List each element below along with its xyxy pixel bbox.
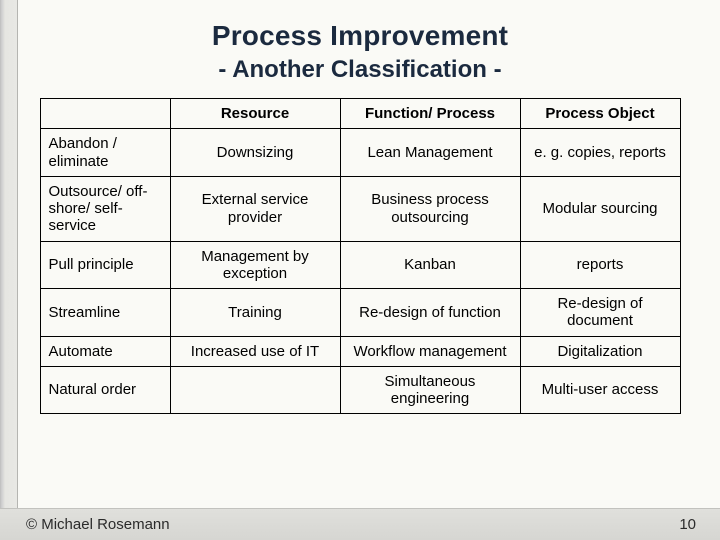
row-label: Natural order (40, 366, 170, 414)
table-row: Streamline Training Re-design of functio… (40, 289, 680, 337)
cell: Kanban (340, 241, 520, 289)
cell: Workflow management (340, 336, 520, 366)
row-label: Streamline (40, 289, 170, 337)
cell: reports (520, 241, 680, 289)
page-number: 10 (679, 516, 696, 533)
title-block: Process Improvement - Another Classifica… (0, 20, 720, 84)
cell: Lean Management (340, 129, 520, 177)
row-label: Outsource/ off-shore/ self-service (40, 176, 170, 241)
table-row: Outsource/ off-shore/ self-service Exter… (40, 176, 680, 241)
cell: Business process outsourcing (340, 176, 520, 241)
cell: External service provider (170, 176, 340, 241)
cell: Training (170, 289, 340, 337)
cell: Downsizing (170, 129, 340, 177)
row-label: Pull principle (40, 241, 170, 289)
row-label: Abandon / eliminate (40, 129, 170, 177)
copyright-text: © Michael Rosemann (26, 516, 170, 533)
cell: Modular sourcing (520, 176, 680, 241)
table-header-row: . Resource Function/ Process Process Obj… (40, 99, 680, 129)
cell: Simultaneous engineering (340, 366, 520, 414)
table-row: Natural order Simultaneous engineering M… (40, 366, 680, 414)
cell: Re-design of function (340, 289, 520, 337)
cell: Re-design of document (520, 289, 680, 337)
table-row: Pull principle Management by exception K… (40, 241, 680, 289)
col-header: Resource (170, 99, 340, 129)
title-main: Process Improvement (0, 20, 720, 52)
cell (170, 366, 340, 414)
col-header: Process Object (520, 99, 680, 129)
table-row: Abandon / eliminate Downsizing Lean Mana… (40, 129, 680, 177)
slide: Process Improvement - Another Classifica… (0, 0, 720, 540)
col-header: Function/ Process (340, 99, 520, 129)
table-corner-cell: . (40, 99, 170, 129)
left-chrome-strip (0, 0, 18, 540)
row-label: Automate (40, 336, 170, 366)
cell: e. g. copies, reports (520, 129, 680, 177)
cell: Digitalization (520, 336, 680, 366)
footer-bar: © Michael Rosemann 10 (0, 508, 720, 540)
table-row: Automate Increased use of IT Workflow ma… (40, 336, 680, 366)
title-sub: - Another Classification - (0, 56, 720, 84)
cell: Increased use of IT (170, 336, 340, 366)
cell: Multi-user access (520, 366, 680, 414)
cell: Management by exception (170, 241, 340, 289)
classification-table: . Resource Function/ Process Process Obj… (40, 98, 681, 414)
